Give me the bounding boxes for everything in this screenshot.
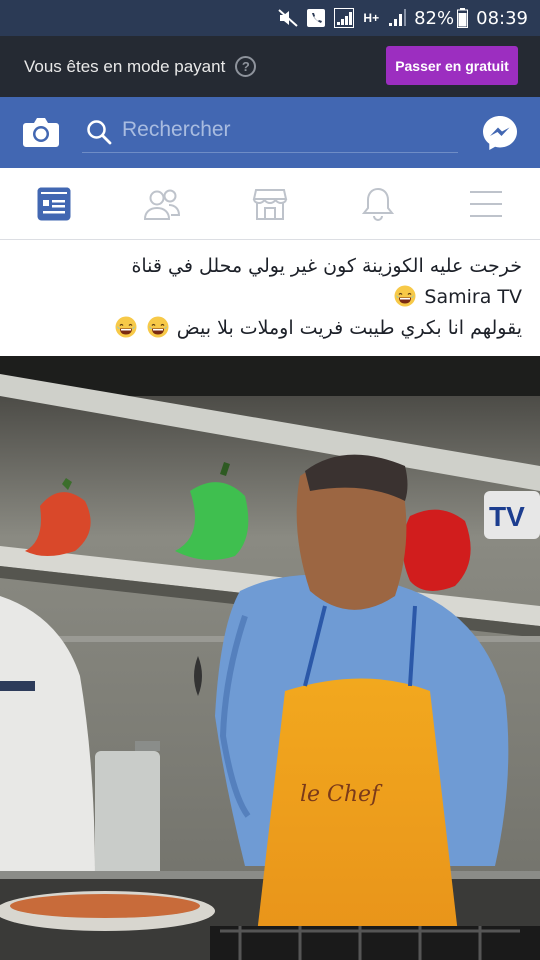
nav-tabs	[0, 168, 540, 240]
tab-menu[interactable]	[466, 184, 506, 224]
tv-logo: TV	[484, 491, 540, 539]
tab-marketplace[interactable]	[250, 184, 290, 224]
battery-percent: 82%	[414, 7, 455, 29]
friends-icon	[143, 189, 181, 220]
post-line-3-text: يقولهم انا بكري طيبت فريت اوملات بلا بيض	[176, 317, 522, 339]
messenger-icon[interactable]	[481, 114, 519, 152]
search-field[interactable]: Rechercher	[82, 111, 458, 153]
top-header: Rechercher	[0, 97, 540, 168]
post-text: خرجت عليه الكوزينة كون غير يولي محلل في …	[0, 241, 540, 356]
laughing-emoji-icon	[394, 285, 416, 307]
tab-notifications[interactable]	[358, 184, 398, 224]
apron-logo-text: le Chef	[300, 782, 383, 807]
paying-mode-banner: Vous êtes en mode payant ? Passer en gra…	[0, 36, 540, 97]
call-icon	[307, 8, 326, 28]
channel-logo-text: TV	[489, 501, 525, 532]
menu-icon	[470, 191, 502, 217]
signal-bars-icon	[388, 8, 407, 28]
help-icon[interactable]: ?	[235, 56, 257, 77]
search-icon	[86, 119, 112, 145]
signal-icon	[334, 8, 355, 28]
camera-icon[interactable]	[22, 115, 60, 149]
post-line-3: يقولهم انا بكري طيبت فريت اوملات بلا بيض	[18, 313, 522, 344]
mute-icon	[278, 8, 299, 28]
red-bell-pepper-decor	[402, 509, 471, 591]
bell-icon	[361, 187, 395, 221]
switch-to-free-button[interactable]: Passer en gratuit	[386, 46, 518, 85]
news-feed-icon	[37, 187, 71, 221]
network-type-icon: H+	[363, 11, 380, 25]
tab-news-feed[interactable]	[34, 184, 74, 224]
marketplace-icon	[252, 189, 288, 220]
channel-name: Samira TV	[424, 286, 522, 308]
search-placeholder: Rechercher	[122, 118, 231, 141]
paying-mode-text: Vous êtes en mode payant	[24, 56, 226, 76]
battery-icon	[457, 8, 469, 28]
tab-friends[interactable]	[142, 184, 182, 224]
post-line-2: Samira TV	[18, 282, 522, 313]
laughing-emoji-icon	[147, 316, 169, 338]
post-photo[interactable]: TV le Chef	[0, 356, 540, 960]
laughing-emoji-icon	[115, 316, 137, 338]
status-bar: H+ 82% 08:39	[0, 0, 540, 36]
clock: 08:39	[476, 7, 528, 29]
post-line-1: خرجت عليه الكوزينة كون غير يولي محلل في …	[131, 255, 522, 277]
